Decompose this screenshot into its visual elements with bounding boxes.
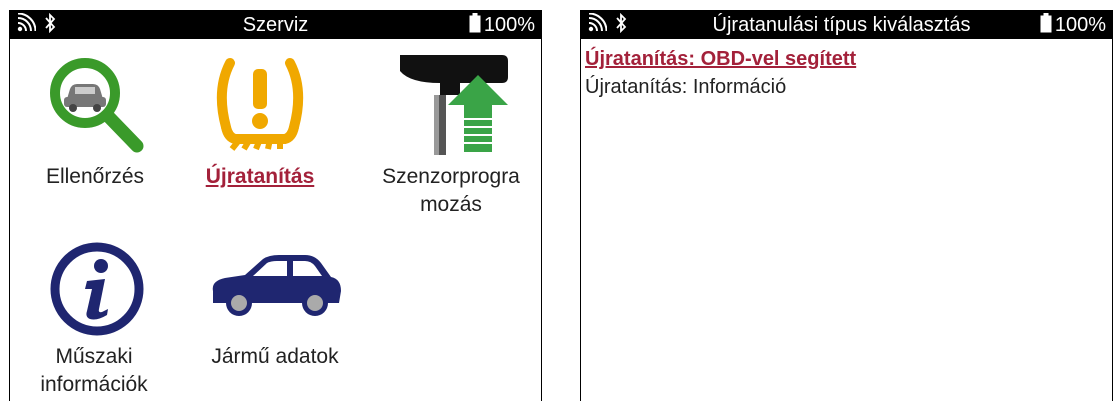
- tile-label: Szenzorprogramozás: [382, 165, 520, 216]
- tile-technical-info[interactable]: Műszaki információk: [35, 235, 165, 402]
- tile-label: Műszaki információk: [40, 345, 148, 396]
- battery-icon: [469, 12, 481, 38]
- battery-level: 100%: [1054, 14, 1106, 36]
- tile-label: Jármű adatok: [211, 345, 339, 368]
- tile-relearn[interactable]: Újratanítás: [185, 51, 335, 241]
- status-bar: Szerviz 100%: [10, 11, 541, 39]
- list-item-obd-relearn[interactable]: Újratanítás: OBD-vel segített: [585, 47, 856, 71]
- screen-title: Szerviz: [242, 14, 309, 36]
- tile-check[interactable]: Ellenőrzés: [30, 51, 160, 241]
- info-icon: [47, 239, 147, 339]
- tpms-warning-icon: [210, 55, 310, 155]
- battery-level: 100%: [483, 14, 535, 36]
- tile-label: Újratanítás: [205, 165, 315, 188]
- magnifier-car-icon: [45, 53, 145, 153]
- car-icon: [205, 251, 345, 319]
- tile-label: Ellenőrzés: [45, 165, 145, 188]
- screen-title: Újratanulási típus kiválasztás: [712, 14, 971, 36]
- sensor-program-icon: [390, 47, 515, 157]
- relearn-type-screen: Újratanulási típus kiválasztás 100% Újra…: [580, 10, 1113, 401]
- tile-vehicle-data[interactable]: Jármű adatok: [190, 235, 360, 402]
- service-menu-screen: Szerviz 100% Ellenőrzés Újratanítás Szen…: [9, 10, 542, 401]
- status-bar: Újratanulási típus kiválasztás 100%: [581, 11, 1112, 39]
- list-item-relearn-info[interactable]: Újratanítás: Információ: [585, 75, 786, 99]
- tile-sensor-programming[interactable]: Szenzorprogramozás: [365, 47, 535, 247]
- battery-icon: [1040, 12, 1052, 38]
